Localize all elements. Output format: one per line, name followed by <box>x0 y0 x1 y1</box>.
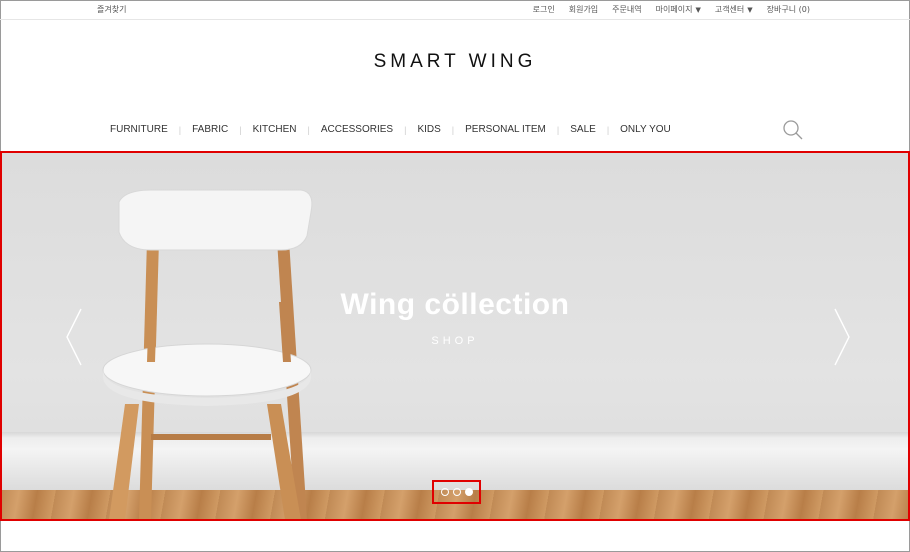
search-icon[interactable] <box>782 119 804 141</box>
signup-link[interactable]: 회원가입 <box>569 4 598 15</box>
nav-item-kitchen[interactable]: KITCHEN <box>253 124 297 135</box>
nav-item-personal-item[interactable]: PERSONAL ITEM <box>465 124 546 135</box>
slide-dot-3[interactable] <box>464 488 473 496</box>
slide-dot-1[interactable] <box>440 488 449 496</box>
hero-shop-link[interactable]: SHOP <box>1 335 909 347</box>
support-label: 고객센터 <box>714 5 745 14</box>
nav-divider: | <box>451 124 455 135</box>
nav-item-fabric[interactable]: FABRIC <box>192 124 228 135</box>
order-history-link[interactable]: 주문내역 <box>612 4 641 15</box>
nav-item-accessories[interactable]: ACCESSORIES <box>321 124 393 135</box>
nav-divider: | <box>606 124 610 135</box>
nav-divider: | <box>307 124 310 135</box>
nav-divider: | <box>178 124 182 135</box>
nav-divider: | <box>239 124 242 135</box>
nav-divider: | <box>404 124 407 135</box>
mypage-menu[interactable]: 마이페이지 ▼ <box>656 4 701 15</box>
hero-slider[interactable]: Wing cöllection SHOP <box>1 152 909 520</box>
chevron-right-icon[interactable] <box>831 307 851 367</box>
nav-item-only-you[interactable]: ONLY YOU <box>620 124 671 135</box>
login-link[interactable]: 로그인 <box>533 4 555 15</box>
hero-title: Wing cöllection <box>340 288 570 321</box>
nav-item-sale[interactable]: SALE <box>570 124 596 135</box>
slide-dot-2[interactable] <box>452 488 461 496</box>
slider-pagination <box>432 480 481 504</box>
mypage-label: 마이페이지 <box>655 5 693 14</box>
nav-divider: | <box>556 124 560 135</box>
site-logo[interactable]: SMART WING <box>0 51 910 73</box>
nav-item-kids[interactable]: KIDS <box>417 124 440 135</box>
support-menu[interactable]: 고객센터 ▼ <box>715 4 753 15</box>
top-utility-bar: 즐겨찾기 로그인 회원가입 주문내역 마이페이지 ▼ 고객센터 ▼ 장바구니 (0) <box>0 0 910 20</box>
caret-down-icon: ▼ <box>747 6 753 14</box>
bookmark-link[interactable]: 즐겨찾기 <box>97 4 126 15</box>
main-nav: FURNITURE | FABRIC | KITCHEN | ACCESSORI… <box>110 124 671 135</box>
chevron-left-icon[interactable] <box>65 307 85 367</box>
nav-item-furniture[interactable]: FURNITURE <box>110 124 168 135</box>
utility-links: 로그인 회원가입 주문내역 마이페이지 ▼ 고객센터 ▼ 장바구니 (0) <box>533 4 810 15</box>
caret-down-icon: ▼ <box>695 6 701 14</box>
cart-link[interactable]: 장바구니 (0) <box>767 4 810 15</box>
